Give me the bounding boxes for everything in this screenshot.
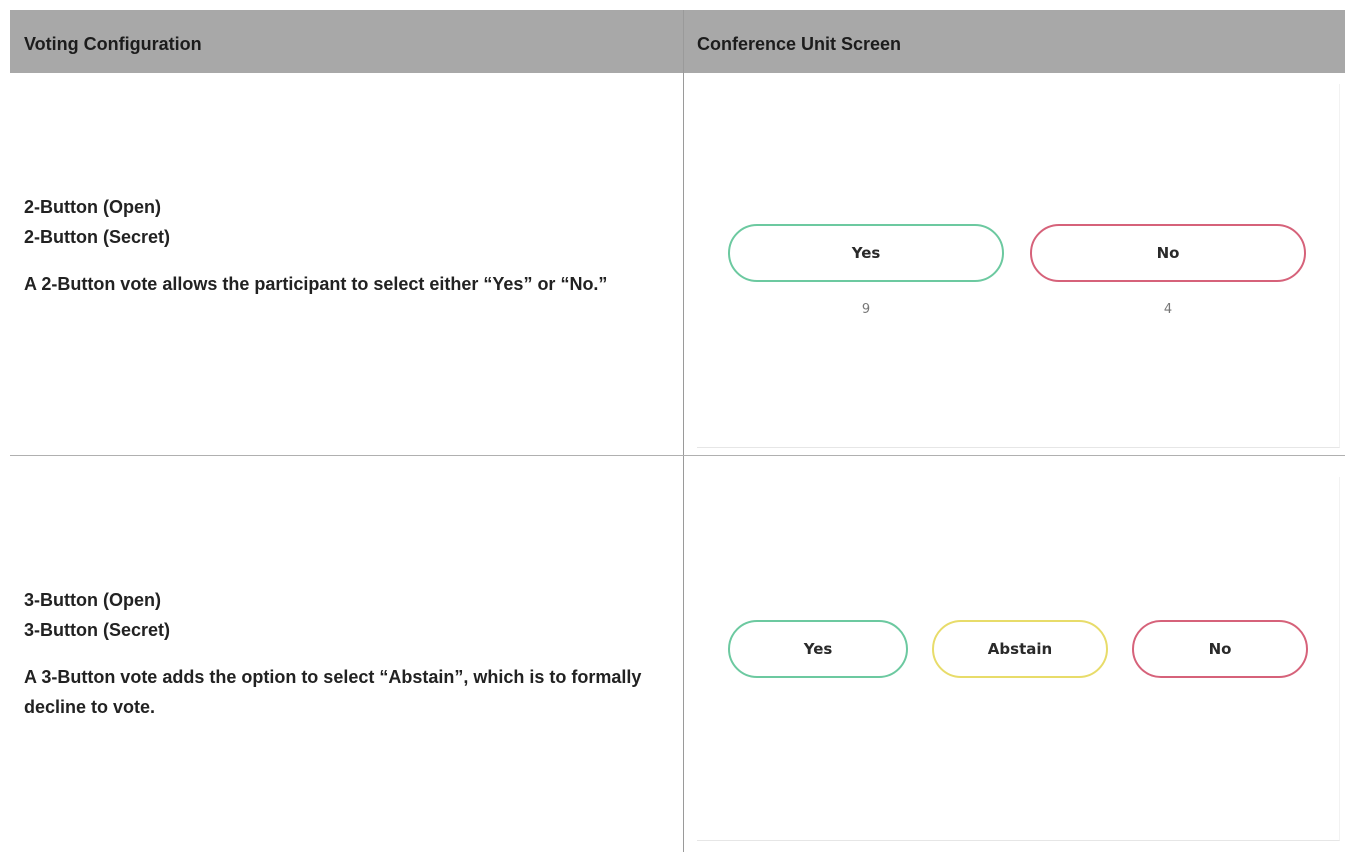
voting-configuration-table: Voting Configuration Conference Unit Scr… [10,10,1345,852]
row-divider [10,455,1345,456]
conference-unit-screen-3-button: Yes Abstain No [697,477,1340,841]
config-description: A 3-Button vote adds the option to selec… [24,667,642,717]
page: Voting Configuration Conference Unit Scr… [0,0,1345,852]
abstain-vote-label: Abstain [987,640,1053,658]
config-description: A 2-Button vote allows the participant t… [24,274,608,294]
header-voting-configuration: Voting Configuration [24,34,202,54]
yes-vote-button[interactable]: Yes [728,620,908,678]
no-vote-label: No [1208,640,1232,658]
config-label: 2-Button (Secret) [24,227,171,247]
header-conference-unit-screen: Conference Unit Screen [697,34,902,54]
no-vote-label: No [1156,244,1180,262]
config-label: 2-Button (Open) [24,197,161,217]
table-row-3-button-config: 3-Button (Open) 3-Button (Secret) A 3-Bu… [24,585,664,722]
no-vote-button[interactable]: No [1030,224,1306,282]
table-header-row: Voting Configuration Conference Unit Scr… [10,10,1345,73]
no-vote-count: 4 [1163,302,1173,317]
conference-unit-screen-2-button: Yes 9 No 4 [697,84,1340,448]
no-vote-button[interactable]: No [1132,620,1308,678]
config-label: 3-Button (Secret) [24,620,171,640]
config-label: 3-Button (Open) [24,590,161,610]
yes-vote-button[interactable]: Yes [728,224,1004,282]
abstain-vote-button[interactable]: Abstain [932,620,1108,678]
yes-vote-label: Yes [851,244,881,262]
column-divider [683,10,684,852]
table-row-2-button-config: 2-Button (Open) 2-Button (Secret) A 2-Bu… [24,192,664,299]
yes-vote-count: 9 [861,302,871,317]
yes-vote-label: Yes [803,640,833,658]
